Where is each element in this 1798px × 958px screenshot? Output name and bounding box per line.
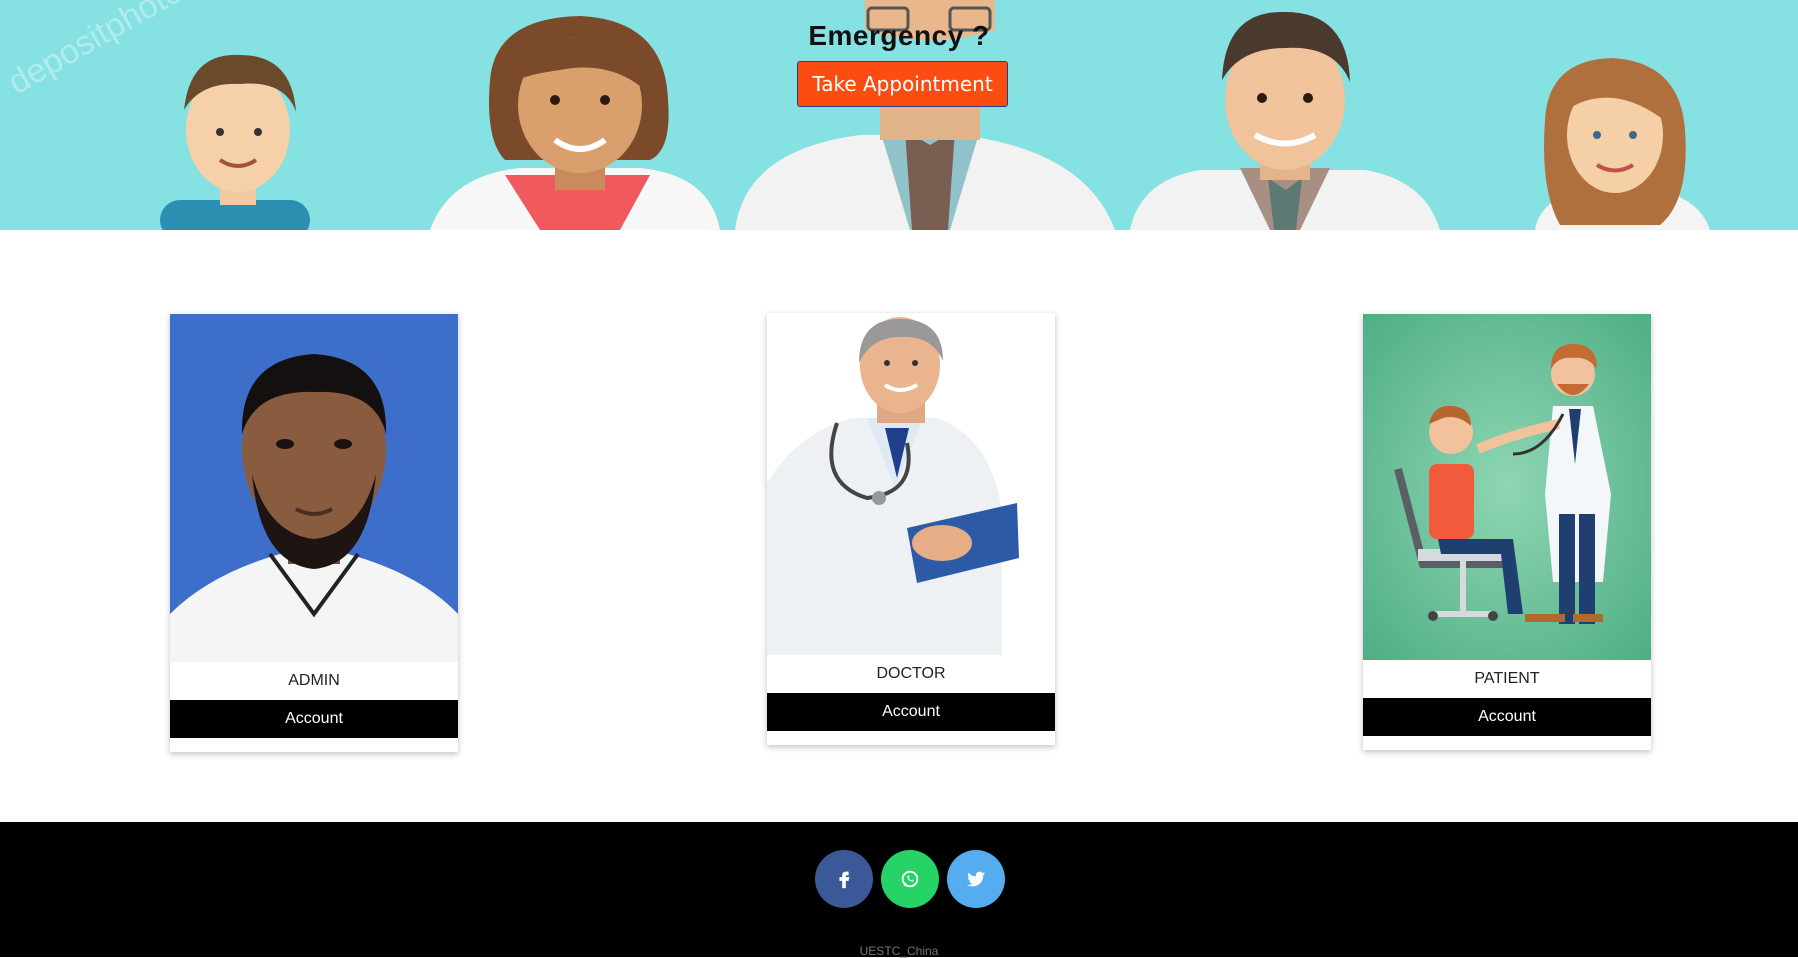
facebook-link[interactable] [815, 850, 873, 908]
patient-account-button[interactable]: Account [1363, 698, 1651, 736]
doctor-photo [767, 313, 1055, 655]
admin-photo [170, 314, 458, 662]
admin-account-button[interactable]: Account [170, 700, 458, 738]
take-appointment-button[interactable]: Take Appointment [797, 61, 1008, 107]
whatsapp-link[interactable] [881, 850, 939, 908]
doctor-account-button[interactable]: Account [767, 693, 1055, 731]
facebook-icon [839, 871, 850, 889]
doctor-card: DOCTOR Account [767, 313, 1055, 745]
twitter-icon [966, 871, 986, 887]
admin-card: ADMIN Account [170, 314, 458, 752]
emergency-heading: Emergency ? [808, 20, 990, 51]
whatsapp-icon [901, 870, 919, 888]
person-1 [160, 54, 310, 230]
hero-banner: depositphotos Emergency ? Take Appointme… [0, 0, 1798, 230]
person-5 [1535, 58, 1710, 230]
doctor-card-label: DOCTOR [876, 665, 946, 682]
twitter-link[interactable] [947, 850, 1005, 908]
patient-card: PATIENT Account [1363, 314, 1651, 750]
patient-card-label: PATIENT [1474, 670, 1540, 687]
patient-photo [1363, 314, 1651, 660]
admin-card-label: ADMIN [288, 672, 340, 689]
footer-copyright: UESTC_China [859, 944, 939, 958]
